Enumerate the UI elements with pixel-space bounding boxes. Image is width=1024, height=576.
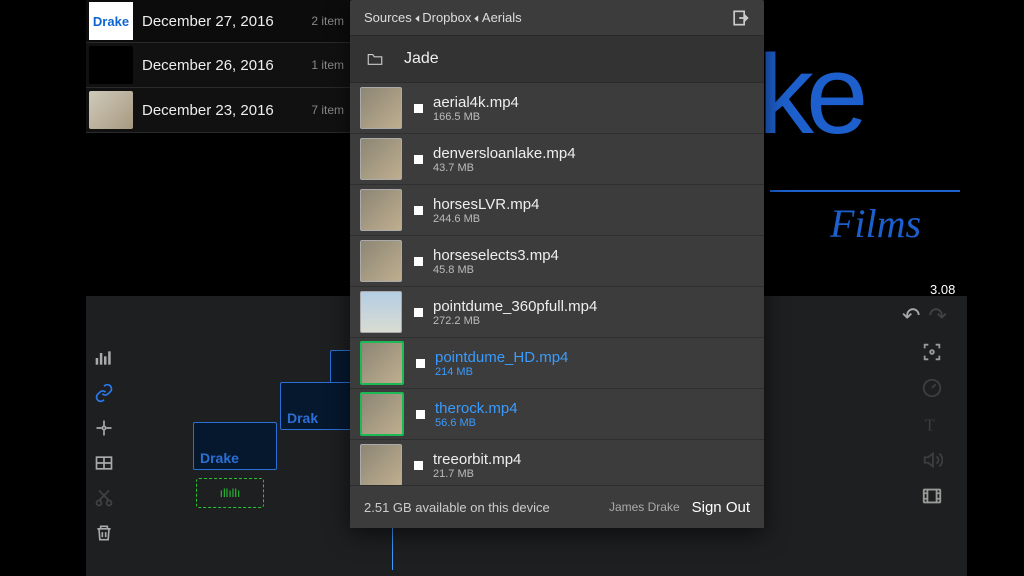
file-size: 56.6 MB [435, 417, 518, 429]
date-thumb [89, 46, 133, 84]
user-name: James Drake [609, 500, 680, 514]
file-meta: horsesLVR.mp4244.6 MB [433, 196, 539, 225]
file-meta: pointdume_HD.mp4214 MB [435, 349, 568, 378]
file-size: 166.5 MB [433, 111, 519, 123]
cut-icon[interactable] [92, 486, 116, 510]
file-thumbnail [360, 240, 402, 282]
brand-logo-fragment: ke [758, 30, 860, 159]
date-count: 2 item [311, 14, 350, 28]
file-row[interactable]: pointdume_HD.mp4214 MB [350, 338, 764, 389]
file-meta: pointdume_360pfull.mp4272.2 MB [433, 298, 597, 327]
file-row[interactable]: horseselects3.mp445.8 MB [350, 236, 764, 287]
file-size: 43.7 MB [433, 162, 576, 174]
file-meta: denversloanlake.mp443.7 MB [433, 145, 576, 174]
file-name: denversloanlake.mp4 [433, 145, 576, 162]
date-label: December 27, 2016 [136, 13, 311, 30]
file-name: horseselects3.mp4 [433, 247, 559, 264]
speed-icon[interactable] [908, 370, 956, 406]
date-count: 7 item [311, 103, 350, 117]
sign-out-button[interactable]: Sign Out [692, 499, 750, 516]
stop-icon[interactable] [414, 104, 423, 113]
date-row[interactable]: Drake December 27, 2016 2 item [86, 0, 350, 43]
date-count: 1 item [311, 58, 350, 72]
file-row[interactable]: horsesLVR.mp4244.6 MB [350, 185, 764, 236]
crumb[interactable]: Aerials [482, 10, 522, 25]
file-thumbnail [360, 392, 404, 436]
file-meta: therock.mp456.6 MB [435, 400, 518, 429]
file-size: 214 MB [435, 366, 568, 378]
stop-icon[interactable] [416, 410, 425, 419]
import-icon[interactable] [730, 8, 750, 31]
text-icon[interactable]: T [908, 406, 956, 442]
storage-text: 2.51 GB available on this device [364, 500, 550, 515]
file-row[interactable]: therock.mp456.6 MB [350, 389, 764, 440]
chevron-left-icon: ◂ [475, 10, 479, 26]
stop-icon[interactable] [416, 359, 425, 368]
brand-films-text: Films [830, 200, 921, 247]
file-row[interactable]: denversloanlake.mp443.7 MB [350, 134, 764, 185]
file-name: aerial4k.mp4 [433, 94, 519, 111]
file-row[interactable]: pointdume_360pfull.mp4272.2 MB [350, 287, 764, 338]
folder-name: Jade [404, 50, 439, 68]
stop-icon[interactable] [414, 257, 423, 266]
connector-icon[interactable] [92, 416, 116, 440]
file-name: horsesLVR.mp4 [433, 196, 539, 213]
date-label: December 23, 2016 [136, 102, 311, 119]
trash-icon[interactable] [92, 521, 116, 545]
layout-icon[interactable] [92, 451, 116, 475]
right-tool-rail: T [908, 300, 956, 514]
file-size: 21.7 MB [433, 468, 521, 480]
levels-icon[interactable] [92, 346, 116, 370]
folder-icon [364, 50, 386, 68]
date-thumb [89, 91, 133, 129]
date-list: Drake December 27, 2016 2 item December … [86, 0, 350, 133]
stop-icon[interactable] [414, 155, 423, 164]
breadcrumb[interactable]: Sources◂ Dropbox◂ Aerials [350, 0, 764, 35]
preview-timestamp: 3.08 [930, 282, 955, 297]
svg-text:T: T [925, 415, 935, 434]
file-size: 244.6 MB [433, 213, 539, 225]
brand-rule [770, 190, 960, 192]
file-name: pointdume_HD.mp4 [435, 349, 568, 366]
date-thumb-logo: Drake [89, 2, 133, 40]
file-thumbnail [360, 291, 402, 333]
link-icon[interactable] [92, 381, 116, 405]
folder-row[interactable]: Jade [350, 35, 764, 83]
file-thumbnail [360, 189, 402, 231]
file-meta: aerial4k.mp4166.5 MB [433, 94, 519, 123]
file-row[interactable]: aerial4k.mp4166.5 MB [350, 83, 764, 134]
crumb[interactable]: Dropbox [422, 10, 471, 25]
file-list: aerial4k.mp4166.5 MBdenversloanlake.mp44… [350, 83, 764, 491]
media-icon[interactable] [908, 478, 956, 514]
date-label: December 26, 2016 [136, 57, 311, 74]
stop-icon[interactable] [414, 461, 423, 470]
file-thumbnail [360, 138, 402, 180]
crumb[interactable]: Sources [364, 10, 412, 25]
file-meta: horseselects3.mp445.8 MB [433, 247, 559, 276]
left-tool-rail [86, 335, 122, 556]
popover-footer: 2.51 GB available on this device James D… [350, 485, 764, 528]
date-row[interactable]: December 26, 2016 1 item [86, 43, 350, 88]
date-row[interactable]: December 23, 2016 7 item [86, 88, 350, 133]
file-thumbnail [360, 444, 402, 486]
file-browser-popover: Sources◂ Dropbox◂ Aerials Jade aerial4k.… [350, 0, 764, 528]
file-name: therock.mp4 [435, 400, 518, 417]
volume-icon[interactable] [908, 442, 956, 478]
file-name: pointdume_360pfull.mp4 [433, 298, 597, 315]
clip-label: Drak [287, 410, 318, 426]
chevron-left-icon: ◂ [415, 10, 419, 26]
stop-icon[interactable] [414, 308, 423, 317]
stop-icon[interactable] [414, 206, 423, 215]
file-thumbnail [360, 341, 404, 385]
file-meta: treeorbit.mp421.7 MB [433, 451, 521, 480]
file-row[interactable]: treeorbit.mp421.7 MB [350, 440, 764, 491]
file-size: 272.2 MB [433, 315, 597, 327]
focus-icon[interactable] [908, 334, 956, 370]
file-size: 45.8 MB [433, 264, 559, 276]
audio-drop-slot[interactable]: ıllıllı [196, 478, 264, 508]
timeline-clip[interactable]: Drake [193, 422, 277, 470]
file-name: treeorbit.mp4 [433, 451, 521, 468]
file-thumbnail [360, 87, 402, 129]
